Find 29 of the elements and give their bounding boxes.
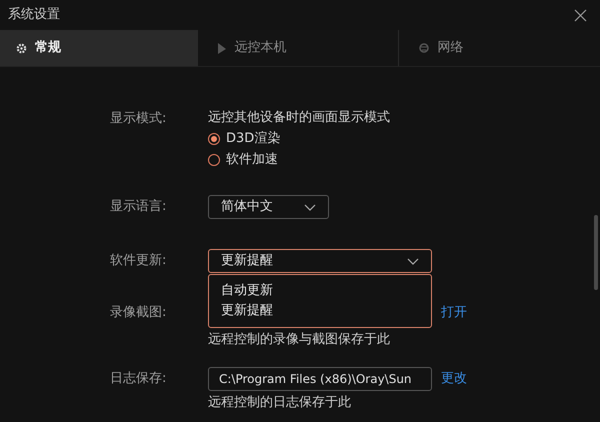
open-link[interactable]: 打开 (441, 303, 467, 323)
menu-item[interactable]: 自动更新 (221, 282, 419, 300)
radio-button[interactable] (208, 154, 220, 166)
update-dropdown[interactable]: 更新提醒 (208, 249, 432, 273)
menu-item[interactable]: 更新提醒 (221, 302, 419, 320)
gear-icon (16, 42, 27, 54)
field-label: 显示模式: (110, 110, 168, 128)
field-label: 日志保存: (110, 370, 168, 388)
field-label: 录像截图: (110, 304, 168, 322)
radio-label: 软件加速 (226, 151, 278, 170)
caption-text: 远程控制的录像与截图保存于此 (208, 331, 391, 349)
window-title: 系统设置 (8, 6, 60, 24)
field-label: 软件更新: (110, 252, 168, 270)
path-field[interactable]: C:\Program Files (x86)\Oray\Sun (208, 367, 432, 391)
chevron-down-icon (407, 258, 419, 264)
description-text: 远控其他设备时的画面显示模式 (208, 109, 390, 127)
chevron-down-icon (304, 204, 316, 210)
field-label: 显示语言: (110, 198, 168, 216)
close-icon (574, 8, 586, 22)
tab[interactable]: 常规 (0, 30, 197, 66)
close-button[interactable] (572, 7, 588, 23)
language-dropdown[interactable]: 简体中文 (208, 195, 329, 219)
play-icon (218, 42, 227, 54)
change-link[interactable]: 更改 (441, 369, 467, 389)
radio-label: D3D渲染 (226, 130, 280, 148)
globe-icon (419, 43, 430, 53)
scrollbar[interactable] (594, 215, 598, 290)
radio-button[interactable] (208, 133, 220, 145)
caption-text: 远程控制的日志保存于此 (208, 394, 352, 412)
